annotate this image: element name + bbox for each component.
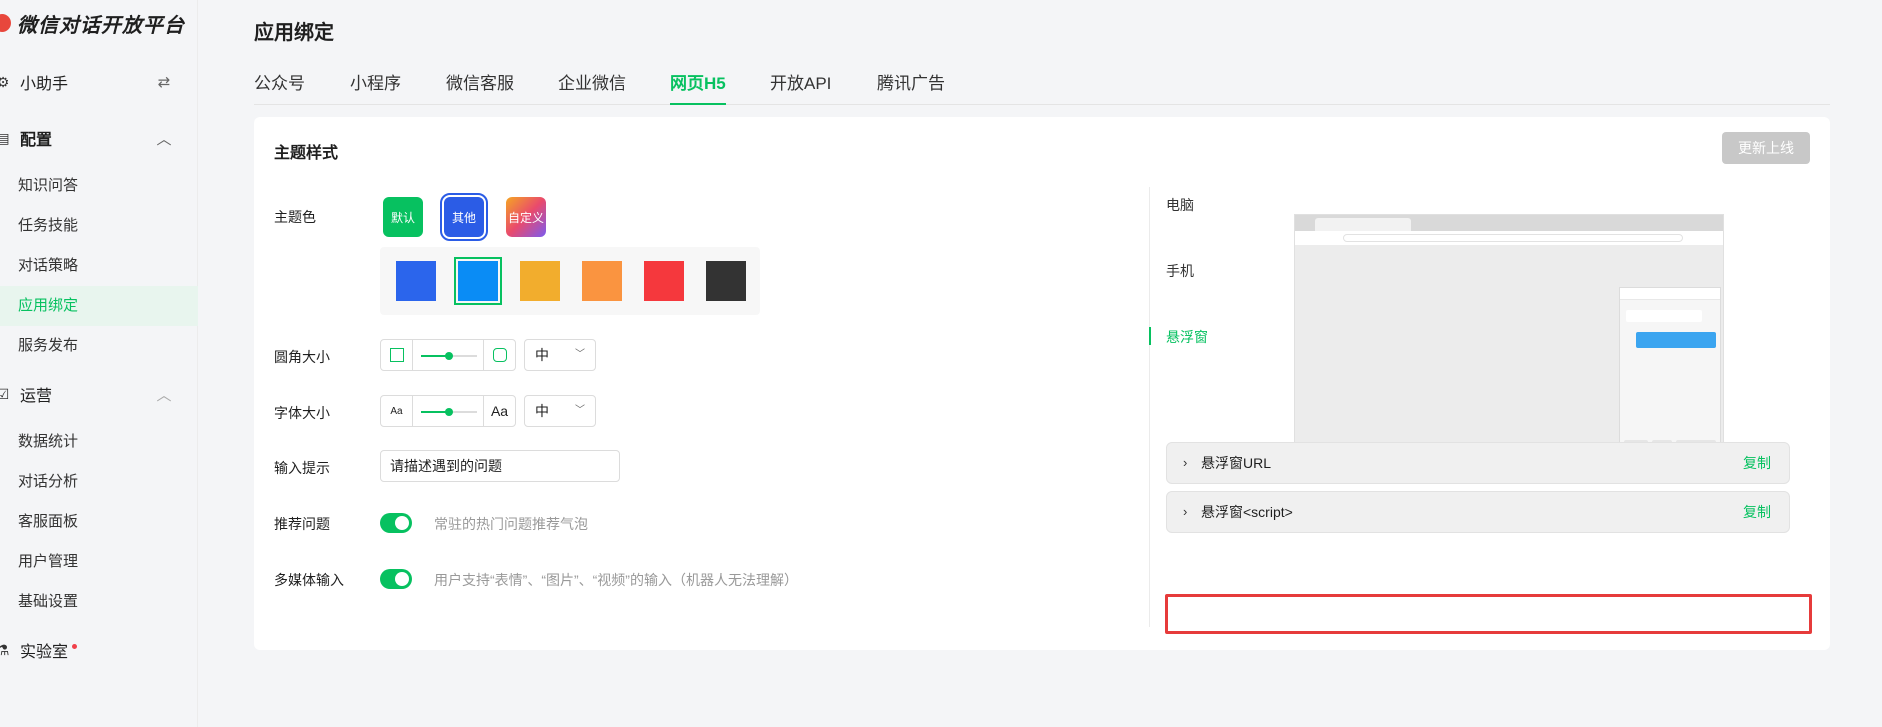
- chevron-up-icon: ︿: [156, 130, 172, 148]
- theme-other-button[interactable]: 其他: [440, 193, 488, 241]
- sidebar-item-knowledge[interactable]: 知识问答: [0, 166, 198, 206]
- collapse-floating-url-title: 悬浮窗URL: [1201, 455, 1272, 471]
- theme-style-card: 主题样式 更新上线 主题色 默认 其他 自定义 圆角大小 中 ﹀ 字体大小 Aa…: [254, 117, 1830, 650]
- chevron-up-icon: ︿: [156, 386, 172, 404]
- theme-default-button[interactable]: 默认: [383, 197, 423, 237]
- font-large-icon: Aa: [483, 396, 515, 426]
- font-size-label: 字体大小: [274, 405, 330, 421]
- swatch-black[interactable]: [706, 261, 746, 301]
- swap-icon[interactable]: ⇄: [152, 73, 176, 91]
- media-hint: 用户支持“表情”、“图片”、“视频”的输入（机器人无法理解）: [434, 572, 798, 588]
- recommend-hint: 常驻的热门问题推荐气泡: [434, 516, 588, 532]
- sidebar-item-service-panel[interactable]: 客服面板: [0, 502, 198, 542]
- tab-official-account[interactable]: 公众号: [254, 70, 305, 105]
- font-size-slider[interactable]: Aa Aa: [380, 395, 516, 427]
- radius-slider[interactable]: [380, 339, 516, 371]
- media-toggle[interactable]: [380, 569, 412, 589]
- brand-logo-icon: [0, 14, 11, 32]
- radius-select[interactable]: 中 ﹀: [524, 339, 596, 371]
- collapse-floating-url[interactable]: › 悬浮窗URL 复制: [1166, 442, 1790, 484]
- tab-open-api[interactable]: 开放API: [770, 70, 831, 105]
- swatch-red[interactable]: [644, 261, 684, 301]
- recommend-toggle[interactable]: [380, 513, 412, 533]
- copy-script-button[interactable]: 复制: [1743, 492, 1771, 532]
- rounded-corner-icon: [483, 340, 515, 370]
- theme-color-label: 主题色: [274, 209, 316, 225]
- sidebar: 微信对话开放平台 ⚙ 小助手 ⇄ ▤ 配置 ︿ 知识问答 任务技能 对话策略 应…: [0, 0, 198, 727]
- sidebar-item-task-skills[interactable]: 任务技能: [0, 206, 198, 246]
- page-title: 应用绑定: [254, 22, 334, 44]
- sidebar-group-lab[interactable]: ⚗ 实验室: [0, 630, 198, 670]
- tab-wecom[interactable]: 企业微信: [558, 70, 626, 105]
- brand-name: 微信对话开放平台: [17, 14, 185, 37]
- swatch-light-blue[interactable]: [454, 257, 502, 305]
- chevron-down-icon: ﹀: [575, 405, 585, 416]
- sidebar-item-basic-settings[interactable]: 基础设置: [0, 582, 198, 622]
- preview-tab-floating[interactable]: 悬浮窗: [1166, 327, 1208, 347]
- ops-label: 运营: [20, 388, 53, 405]
- copy-url-button[interactable]: 复制: [1743, 443, 1771, 483]
- config-label: 配置: [20, 132, 53, 149]
- lab-label: 实验室: [20, 644, 69, 661]
- radius-slider-handle[interactable]: [445, 352, 453, 360]
- vertical-divider: [1149, 187, 1150, 627]
- color-swatch-panel: [380, 247, 760, 315]
- square-corner-icon: [381, 340, 413, 370]
- tab-web-h5[interactable]: 网页H5: [670, 70, 726, 105]
- brand: 微信对话开放平台: [0, 8, 185, 38]
- swatch-yellow[interactable]: [520, 261, 560, 301]
- collapse-floating-script[interactable]: › 悬浮窗<script> 复制: [1166, 491, 1790, 533]
- input-hint-field[interactable]: 请描述遇到的问题: [380, 450, 620, 482]
- sidebar-group-ops[interactable]: ☑ 运营 ︿: [0, 374, 198, 414]
- highlight-box: [1165, 594, 1812, 634]
- config-icon: ▤: [0, 129, 10, 146]
- media-label: 多媒体输入: [274, 572, 344, 588]
- theme-custom-button[interactable]: 自定义: [506, 197, 546, 237]
- sidebar-assistant[interactable]: ⚙ 小助手 ⇄: [0, 62, 198, 102]
- robot-icon: ⚙: [0, 73, 10, 90]
- sidebar-item-dialog-strategy[interactable]: 对话策略: [0, 246, 198, 286]
- preview-tab-mobile[interactable]: 手机: [1166, 261, 1194, 281]
- radius-label: 圆角大小: [274, 349, 330, 365]
- swatch-blue[interactable]: [396, 261, 436, 301]
- ops-icon: ☑: [0, 385, 10, 402]
- assistant-label: 小助手: [20, 76, 69, 93]
- tab-bar: 公众号 小程序 微信客服 企业微信 网页H5 开放API 腾讯广告: [254, 70, 1830, 105]
- sidebar-item-dialog-analysis[interactable]: 对话分析: [0, 462, 198, 502]
- chevron-right-icon: ›: [1183, 455, 1188, 470]
- sidebar-item-service-publish[interactable]: 服务发布: [0, 326, 198, 366]
- tab-tencent-ads[interactable]: 腾讯广告: [877, 70, 945, 105]
- sidebar-group-config[interactable]: ▤ 配置 ︿: [0, 118, 198, 158]
- radius-select-value: 中: [535, 347, 549, 363]
- font-small-icon: Aa: [381, 396, 413, 426]
- font-size-select-value: 中: [535, 403, 549, 419]
- chevron-right-icon: ›: [1183, 504, 1188, 519]
- card-title: 主题样式: [274, 145, 339, 162]
- tab-mini-program[interactable]: 小程序: [350, 70, 401, 105]
- collapse-floating-script-title: 悬浮窗<script>: [1201, 504, 1293, 520]
- input-hint-label: 输入提示: [274, 460, 330, 476]
- sidebar-item-app-binding[interactable]: 应用绑定: [0, 286, 198, 326]
- sidebar-item-data-stats[interactable]: 数据统计: [0, 422, 198, 462]
- swatch-orange[interactable]: [582, 261, 622, 301]
- chevron-down-icon: ﹀: [575, 349, 585, 360]
- flask-icon: ⚗: [0, 641, 10, 658]
- font-size-slider-handle[interactable]: [445, 408, 453, 416]
- tab-wechat-service[interactable]: 微信客服: [446, 70, 514, 105]
- preview-tab-desktop[interactable]: 电脑: [1166, 195, 1194, 215]
- active-tab-indicator: [1149, 327, 1151, 345]
- update-online-button[interactable]: 更新上线: [1722, 132, 1810, 164]
- font-size-select[interactable]: 中 ﹀: [524, 395, 596, 427]
- recommend-label: 推荐问题: [274, 516, 330, 532]
- sidebar-item-user-management[interactable]: 用户管理: [0, 542, 198, 582]
- notification-dot: [72, 644, 78, 649]
